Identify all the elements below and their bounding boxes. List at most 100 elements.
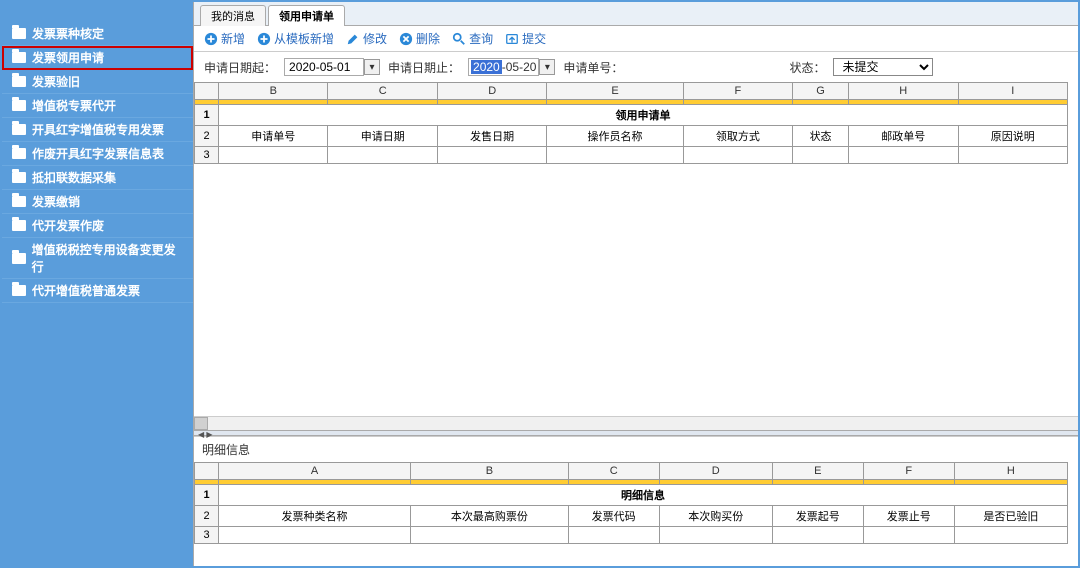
state-label: 状态： <box>789 59 825 76</box>
sidebar-item-3[interactable]: 增值税专票代开 <box>2 94 193 118</box>
folder-icon <box>12 52 26 63</box>
new-from-template-label: 从模板新增 <box>274 30 334 47</box>
date-to-prefix[interactable]: 2020 <box>471 60 502 74</box>
splitter[interactable]: ◀ ▶ <box>194 430 1078 436</box>
sidebar-item-8[interactable]: 代开发票作废 <box>2 214 193 238</box>
col-header[interactable]: F <box>683 83 792 100</box>
sidebar-item-label: 发票领用申请 <box>32 49 104 66</box>
col-header[interactable]: G <box>793 83 849 100</box>
calendar-icon[interactable]: ▾ <box>364 59 380 75</box>
column-label: 是否已验旧 <box>954 506 1067 527</box>
modify-button[interactable]: 修改 <box>346 30 387 47</box>
col-header[interactable]: I <box>958 83 1068 100</box>
cell[interactable] <box>568 527 659 544</box>
sidebar-item-0[interactable]: 发票票种核定 <box>2 22 193 46</box>
col-header[interactable] <box>195 83 219 100</box>
column-label: 领取方式 <box>683 126 792 147</box>
query-button[interactable]: 查询 <box>452 30 493 47</box>
cell[interactable] <box>219 147 328 164</box>
folder-icon <box>12 196 26 207</box>
sidebar-item-label: 作废开具红字发票信息表 <box>32 145 164 162</box>
sidebar-item-7[interactable]: 发票缴销 <box>2 190 193 214</box>
sidebar-item-1[interactable]: 发票领用申请 <box>2 46 193 70</box>
folder-icon <box>12 220 26 231</box>
sidebar-item-label: 抵扣联数据采集 <box>32 169 116 186</box>
col-header[interactable]: D <box>437 83 546 100</box>
cell[interactable] <box>772 527 863 544</box>
pencil-icon <box>346 32 360 46</box>
cell[interactable] <box>659 527 772 544</box>
col-header[interactable]: C <box>568 463 659 480</box>
detail-panel: 明细信息 ABCDEFH1明细信息2发票种类名称本次最高购票份发票代码本次购买份… <box>194 436 1078 566</box>
cell[interactable] <box>437 147 546 164</box>
sidebar-item-4[interactable]: 开具红字增值税专用发票 <box>2 118 193 142</box>
date-from-input[interactable] <box>284 58 364 76</box>
cell[interactable] <box>863 527 954 544</box>
delete-button[interactable]: 删除 <box>399 30 440 47</box>
folder-icon <box>12 148 26 159</box>
col-header[interactable]: C <box>328 83 437 100</box>
cell[interactable] <box>683 147 792 164</box>
col-header[interactable]: B <box>411 463 569 480</box>
column-label: 原因说明 <box>958 126 1068 147</box>
sidebar-item-label: 增值税专票代开 <box>32 97 116 114</box>
calendar-icon[interactable]: ▾ <box>539 59 555 75</box>
row-header[interactable]: 1 <box>195 105 219 126</box>
sidebar-item-10[interactable]: 代开增值税普通发票 <box>2 279 193 303</box>
sidebar-item-6[interactable]: 抵扣联数据采集 <box>2 166 193 190</box>
col-header[interactable]: H <box>954 463 1067 480</box>
cell[interactable] <box>219 527 411 544</box>
grid-title: 领用申请单 <box>219 105 1068 126</box>
column-label: 发票止号 <box>863 506 954 527</box>
cell[interactable] <box>793 147 849 164</box>
new-button[interactable]: 新增 <box>204 30 245 47</box>
new-from-template-button[interactable]: 从模板新增 <box>257 30 334 47</box>
column-label: 本次最高购票份 <box>411 506 569 527</box>
state-select[interactable]: 未提交 <box>833 58 933 76</box>
sidebar-item-label: 代开发票作废 <box>32 217 104 234</box>
row-header[interactable]: 1 <box>195 485 219 506</box>
row-header[interactable]: 3 <box>195 147 219 164</box>
tab-0[interactable]: 我的消息 <box>200 5 266 26</box>
cell[interactable] <box>328 147 437 164</box>
cell[interactable] <box>849 147 958 164</box>
sidebar-item-9[interactable]: 增值税税控专用设备变更发行 <box>2 238 193 279</box>
cell[interactable] <box>411 527 569 544</box>
horizontal-scrollbar[interactable] <box>194 416 1078 430</box>
col-header[interactable]: E <box>547 83 683 100</box>
grid-title: 明细信息 <box>219 485 1068 506</box>
sidebar-item-label: 发票缴销 <box>32 193 80 210</box>
row-header[interactable]: 2 <box>195 506 219 527</box>
tab-1[interactable]: 领用申请单 <box>268 5 345 26</box>
column-label: 操作员名称 <box>547 126 683 147</box>
date-to-suffix: -05-20 <box>502 60 537 74</box>
new-label: 新增 <box>221 30 245 47</box>
col-header[interactable]: B <box>219 83 328 100</box>
row-header[interactable]: 2 <box>195 126 219 147</box>
cell[interactable] <box>958 147 1068 164</box>
submit-button[interactable]: 提交 <box>505 30 546 47</box>
column-label: 发票代码 <box>568 506 659 527</box>
sidebar-item-5[interactable]: 作废开具红字发票信息表 <box>2 142 193 166</box>
column-label: 邮政单号 <box>849 126 958 147</box>
cell[interactable] <box>954 527 1067 544</box>
upload-icon <box>505 32 519 46</box>
col-header[interactable]: D <box>659 463 772 480</box>
column-label: 发票起号 <box>772 506 863 527</box>
sidebar-item-label: 开具红字增值税专用发票 <box>32 121 164 138</box>
col-header[interactable]: H <box>849 83 958 100</box>
cell[interactable] <box>547 147 683 164</box>
folder-icon <box>12 28 26 39</box>
folder-icon <box>12 76 26 87</box>
x-icon <box>399 32 413 46</box>
sidebar-item-2[interactable]: 发票验旧 <box>2 70 193 94</box>
order-input[interactable] <box>631 59 781 76</box>
col-header[interactable]: F <box>863 463 954 480</box>
col-header[interactable] <box>195 463 219 480</box>
row-header[interactable]: 3 <box>195 527 219 544</box>
query-label: 查询 <box>469 30 493 47</box>
folder-icon <box>12 285 26 296</box>
col-header[interactable]: A <box>219 463 411 480</box>
column-label: 申请日期 <box>328 126 437 147</box>
col-header[interactable]: E <box>772 463 863 480</box>
